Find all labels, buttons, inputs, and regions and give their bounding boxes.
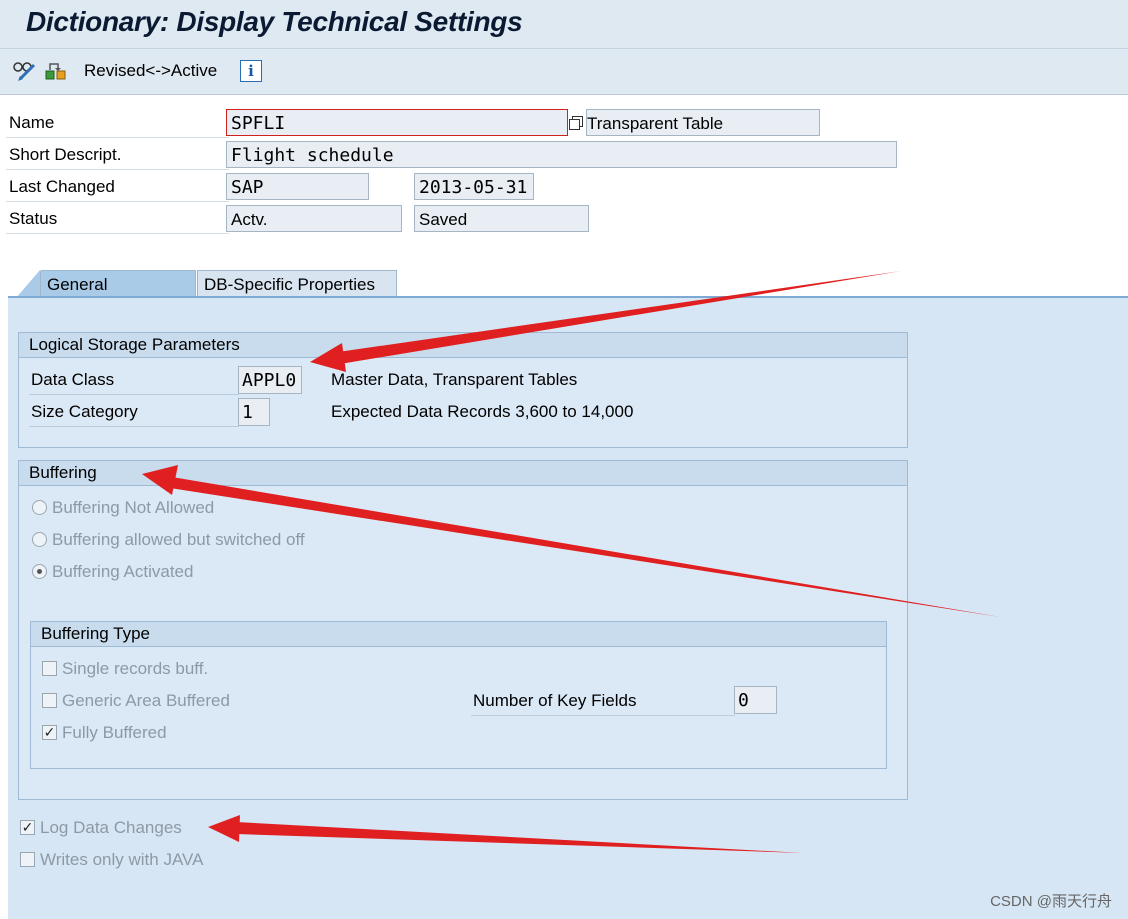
writes-java-checkbox[interactable] <box>20 852 35 867</box>
application-toolbar: Revised<->Active i <box>0 49 1128 95</box>
generic-area-label: Generic Area Buffered <box>62 691 230 710</box>
tab-db-specific-properties[interactable]: DB-Specific Properties <box>197 270 397 298</box>
generic-area-checkbox[interactable] <box>42 693 57 708</box>
single-records-checkbox[interactable] <box>42 661 57 676</box>
other-object-icon[interactable] <box>44 59 68 83</box>
display-change-glasses-icon[interactable] <box>12 59 36 83</box>
name-field[interactable]: SPFLI <box>226 109 568 136</box>
info-icon[interactable]: i <box>240 60 262 82</box>
data-class-description: Master Data, Transparent Tables <box>331 370 578 389</box>
table-type-field: Transparent Table <box>586 109 820 136</box>
data-class-field[interactable]: APPL0 <box>238 366 302 394</box>
data-class-label: Data Class <box>29 366 239 395</box>
logical-storage-title: Logical Storage Parameters <box>19 333 907 358</box>
logical-storage-group: Logical Storage Parameters Data Class AP… <box>18 332 908 448</box>
buffering-not-allowed-label: Buffering Not Allowed <box>52 498 215 517</box>
key-fields-label: Number of Key Fields <box>471 687 735 716</box>
size-category-label: Size Category <box>29 398 239 427</box>
name-label: Name <box>6 109 229 138</box>
short-description-field[interactable]: Flight schedule <box>226 141 897 168</box>
status-label: Status <box>6 205 229 234</box>
single-records-label: Single records buff. <box>62 659 209 678</box>
tab-general-edge <box>16 270 40 298</box>
buffering-switched-off-radio[interactable] <box>32 532 47 547</box>
buffering-type-title: Buffering Type <box>31 622 886 647</box>
revised-active-button[interactable]: Revised<->Active <box>84 61 217 81</box>
buffering-switched-off-label: Buffering allowed but switched off <box>52 530 305 549</box>
buffering-title: Buffering <box>19 461 907 486</box>
buffering-group: Buffering Buffering Not Allowed Bufferin… <box>18 460 908 800</box>
key-fields-field[interactable]: 0 <box>734 686 777 714</box>
watermark: CSDN @雨天行舟 <box>990 893 1112 910</box>
last-changed-label: Last Changed <box>6 173 229 202</box>
window-title: Dictionary: Display Technical Settings <box>26 6 523 37</box>
status-saved-field: Saved <box>414 205 589 232</box>
fully-buffered-checkbox[interactable]: ✓ <box>42 725 57 740</box>
status-field: Actv. <box>226 205 402 232</box>
last-changed-user-field: SAP <box>226 173 369 200</box>
log-data-changes-label: Log Data Changes <box>40 818 182 837</box>
log-data-changes-checkbox[interactable]: ✓ <box>20 820 35 835</box>
writes-java-label: Writes only with JAVA <box>40 850 204 869</box>
size-category-field[interactable]: 1 <box>238 398 270 426</box>
buffering-activated-radio[interactable] <box>32 564 47 579</box>
buffering-not-allowed-radio[interactable] <box>32 500 47 515</box>
title-bar: Dictionary: Display Technical Settings <box>0 0 1128 49</box>
copy-icon[interactable] <box>569 115 583 130</box>
tab-general-properties[interactable]: General Properties <box>40 270 196 322</box>
short-description-label: Short Descript. <box>6 141 229 170</box>
fully-buffered-label: Fully Buffered <box>62 723 167 742</box>
size-category-description: Expected Data Records 3,600 to 14,000 <box>331 402 634 421</box>
buffering-type-group: Buffering Type Single records buff. Gene… <box>30 621 887 769</box>
buffering-activated-label: Buffering Activated <box>52 562 194 581</box>
last-changed-date-field: 2013-05-31 <box>414 173 534 200</box>
